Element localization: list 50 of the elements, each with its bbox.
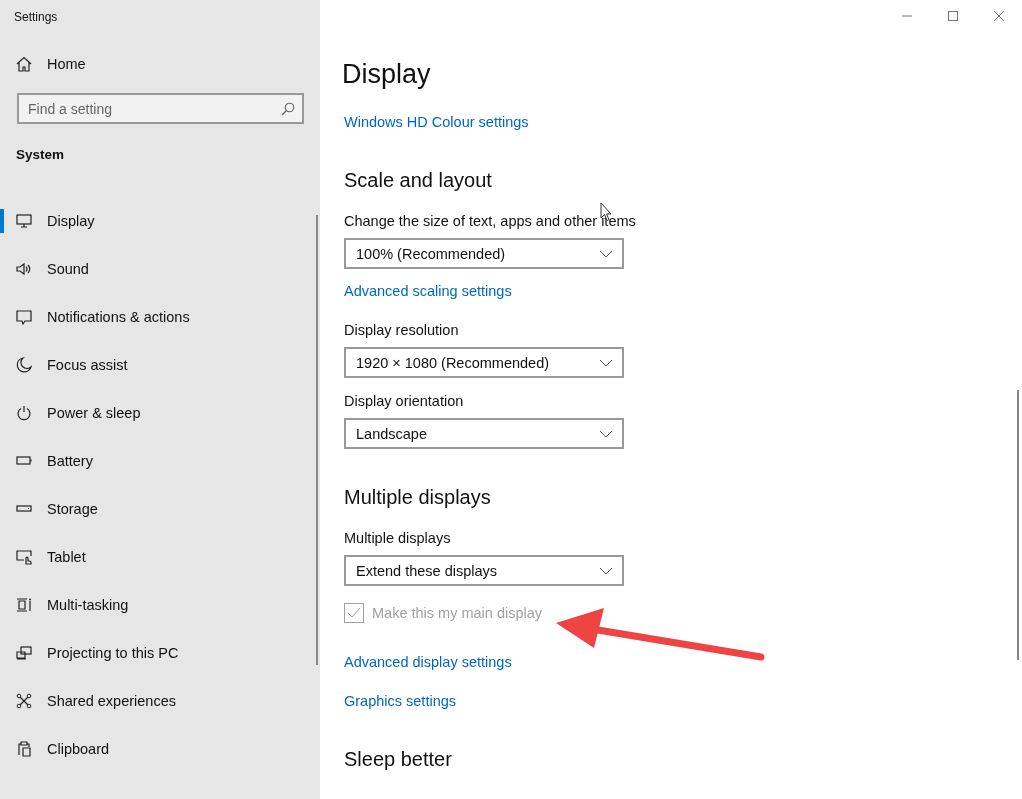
section-heading: System xyxy=(16,147,65,162)
window-title: Settings xyxy=(14,10,58,24)
search-field[interactable]: Find a setting xyxy=(17,93,304,124)
clipboard-icon xyxy=(16,741,32,757)
projecting-icon xyxy=(16,645,32,661)
settings-link[interactable]: Windows HD Colour settings xyxy=(344,113,529,131)
speaker-icon xyxy=(16,261,32,277)
nav-item[interactable]: Focus assist xyxy=(0,341,320,389)
display-icon xyxy=(16,213,32,229)
settings-link[interactable]: Advanced display settings xyxy=(344,653,512,671)
power-icon xyxy=(16,405,32,421)
chevron-icon xyxy=(599,249,613,258)
dropdown[interactable]: 1920 × 1080 (Recommended) xyxy=(344,347,624,378)
field-label: Display orientation xyxy=(344,392,464,410)
checkbox-label: Make this my main display xyxy=(372,605,543,621)
field-label: Multiple displays xyxy=(344,529,451,547)
section-heading: Scale and layout xyxy=(344,168,492,193)
dropdown[interactable]: 100% (Recommended) xyxy=(344,238,624,269)
nav-item[interactable]: Notifications & actions xyxy=(0,293,320,341)
dropdown[interactable]: Landscape xyxy=(344,418,624,449)
nav-item[interactable]: Battery xyxy=(0,437,320,485)
chevron-icon xyxy=(599,358,613,367)
section-heading: Multiple displays xyxy=(344,485,491,510)
moon-icon xyxy=(16,357,32,373)
nav-item[interactable]: Multi-tasking xyxy=(0,581,320,629)
speech-bubble-icon xyxy=(16,309,32,325)
field-label: Display resolution xyxy=(344,321,459,339)
nav-item[interactable]: Clipboard xyxy=(0,725,320,773)
nav-item[interactable]: Tablet xyxy=(0,533,320,581)
nav-item[interactable]: Power & sleep xyxy=(0,389,320,437)
home-icon xyxy=(16,56,32,72)
multitasking-icon xyxy=(16,597,32,613)
nav-item[interactable]: Shared experiences xyxy=(0,677,320,725)
section-heading: Sleep better xyxy=(344,747,452,772)
nav-item[interactable]: Sound xyxy=(0,245,320,293)
close-icon xyxy=(993,10,1005,22)
home-link[interactable]: Home xyxy=(0,56,86,72)
settings-link[interactable]: Graphics settings xyxy=(344,692,457,710)
maximize-icon xyxy=(947,10,959,22)
nav-item[interactable]: Display xyxy=(0,197,320,245)
dropdown[interactable]: Extend these displays xyxy=(344,555,624,586)
chevron-icon xyxy=(599,566,613,575)
shared-nodes-icon xyxy=(16,693,32,709)
tablet-touch-icon xyxy=(16,549,32,565)
nav-item[interactable]: Storage xyxy=(0,485,320,533)
field-label: Change the size of text, apps and other items xyxy=(344,212,636,230)
chevron-icon xyxy=(599,429,613,438)
settings-link[interactable]: Advanced scaling settings xyxy=(344,282,512,300)
nav-item[interactable]: Projecting to this PC xyxy=(0,629,320,677)
search-icon xyxy=(281,102,295,116)
